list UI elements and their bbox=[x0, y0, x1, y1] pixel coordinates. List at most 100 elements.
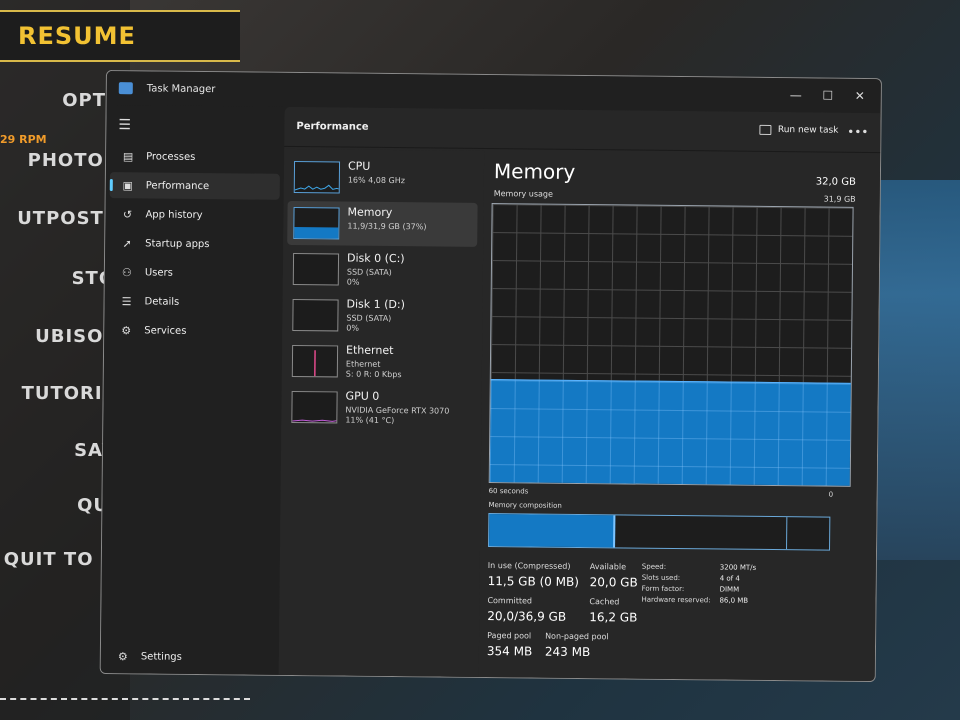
users-icon: ⚇ bbox=[121, 265, 132, 279]
perf-item-cpu[interactable]: CPU 16% 4,08 GHz bbox=[288, 155, 478, 201]
gpu-sparkline bbox=[292, 419, 338, 422]
sidebar-item-label: Details bbox=[144, 295, 180, 308]
resume-menu-item[interactable]: RESUME bbox=[0, 10, 240, 62]
stat-cached-label: Cached bbox=[589, 597, 620, 607]
sidebar-item-details[interactable]: ☰ Details bbox=[108, 288, 278, 316]
memory-total: 32,0 GB bbox=[815, 176, 856, 188]
run-new-task-label: Run new task bbox=[777, 125, 839, 136]
disk-0-thumbnail bbox=[292, 252, 340, 286]
perf-item-detail: SSD (SATA) bbox=[346, 267, 392, 278]
memory-thumbnail bbox=[293, 206, 340, 240]
ethernet-thumbnail bbox=[291, 344, 339, 378]
sidebar-item-processes[interactable]: ▤ Processes bbox=[110, 143, 280, 171]
gpu-thumbnail bbox=[291, 390, 338, 424]
stat-in-use-value: 11,5 GB (0 MB) bbox=[487, 574, 580, 589]
task-manager-window: Task Manager — ☐ ✕ ☰ ▤ Processes ▣ Perfo… bbox=[99, 70, 882, 683]
sidebar-item-label: Settings bbox=[140, 650, 182, 663]
spec-slots-value: 4 of 4 bbox=[719, 574, 740, 583]
run-task-icon bbox=[759, 124, 772, 135]
stat-nonpaged-value: 243 MB bbox=[544, 644, 591, 660]
stat-available-label: Available bbox=[589, 562, 627, 572]
sidebar-item-users[interactable]: ⚇ Users bbox=[109, 259, 279, 287]
perf-item-detail: 11% (41 °C) bbox=[345, 415, 395, 426]
stat-in-use-label: In use (Compressed) bbox=[487, 561, 571, 571]
spec-reserved-label: Hardware reserved: bbox=[641, 595, 711, 605]
background-scene bbox=[870, 180, 960, 560]
graph-axis-right-label: 0 bbox=[828, 490, 834, 499]
memory-usage-graph bbox=[488, 203, 854, 487]
menu-decoration bbox=[0, 698, 250, 720]
history-icon: ↺ bbox=[122, 207, 133, 221]
stat-cached-value: 16,2 GB bbox=[589, 610, 638, 625]
sidebar-item-performance[interactable]: ▣ Performance bbox=[109, 172, 280, 200]
composition-modified bbox=[617, 515, 788, 550]
sidebar-item-label: Startup apps bbox=[145, 237, 210, 250]
startup-icon: ➚ bbox=[122, 236, 132, 250]
memory-usage-fill bbox=[489, 379, 851, 486]
stat-available-value: 20,0 GB bbox=[589, 575, 638, 590]
main-panel: Performance Run new task ••• CPU 16% 4,0… bbox=[278, 106, 882, 683]
sidebar-item-label: App history bbox=[145, 208, 203, 221]
memory-composition-bar bbox=[488, 513, 831, 551]
page-title: Performance bbox=[296, 120, 369, 133]
details-icon: ☰ bbox=[121, 294, 132, 308]
graph-axis-left-label: 60 seconds bbox=[488, 487, 529, 496]
sidebar-item-label: Users bbox=[144, 266, 173, 279]
perf-item-memory[interactable]: Memory 11,9/31,9 GB (37%) bbox=[287, 200, 478, 247]
sidebar-item-label: Performance bbox=[145, 179, 210, 192]
perf-item-name: Memory bbox=[347, 205, 393, 220]
maximize-button[interactable]: ☐ bbox=[813, 88, 843, 103]
perf-item-disk-0[interactable]: Disk 0 (C:) SSD (SATA) 0% bbox=[287, 247, 477, 293]
ethernet-sparkline bbox=[314, 350, 316, 377]
perf-item-name: Ethernet bbox=[346, 343, 394, 358]
sidebar-item-label: Processes bbox=[146, 150, 196, 163]
perf-item-gpu-0[interactable]: GPU 0 NVIDIA GeForce RTX 3070 11% (41 °C… bbox=[285, 385, 475, 431]
stat-committed-value: 20,0/36,9 GB bbox=[487, 609, 567, 624]
perf-item-detail: 11,9/31,9 GB (37%) bbox=[347, 221, 427, 232]
perf-item-detail: S: 0 R: 0 Kbps bbox=[345, 369, 402, 380]
sidebar-item-app-history[interactable]: ↺ App history bbox=[109, 201, 279, 229]
sidebar-item-label: Services bbox=[144, 324, 187, 337]
perf-item-detail: SSD (SATA) bbox=[346, 313, 392, 324]
stat-committed-label: Committed bbox=[487, 596, 533, 606]
detail-title: Memory bbox=[493, 159, 576, 184]
run-new-task-button[interactable]: Run new task bbox=[759, 124, 839, 136]
cpu-sparkline bbox=[294, 184, 341, 191]
memory-thumbnail-fill bbox=[294, 226, 339, 239]
cpu-thumbnail bbox=[293, 160, 341, 194]
spec-speed-value: 3200 MT/s bbox=[719, 563, 757, 572]
page-header: Performance Run new task ••• bbox=[284, 106, 882, 154]
perf-item-name: Disk 0 (C:) bbox=[346, 251, 405, 266]
memory-usage-max: 31,9 GB bbox=[823, 194, 856, 204]
performance-icon: ▣ bbox=[122, 178, 134, 192]
disk-1-thumbnail bbox=[292, 298, 339, 332]
minimize-button[interactable]: — bbox=[781, 88, 811, 102]
stat-paged-value: 354 MB bbox=[486, 644, 533, 659]
sidebar-item-services[interactable]: ⚙ Services bbox=[108, 317, 278, 345]
spec-reserved-value: 86,0 MB bbox=[719, 596, 749, 605]
sidebar-item-settings[interactable]: ⚙ Settings bbox=[105, 643, 275, 671]
spec-form-label: Form factor: bbox=[641, 584, 685, 594]
task-manager-app-icon bbox=[118, 82, 133, 95]
more-options-button[interactable]: ••• bbox=[847, 125, 868, 139]
spec-speed-label: Speed: bbox=[641, 562, 667, 571]
perf-item-name: CPU bbox=[347, 159, 371, 173]
perf-item-detail: NVIDIA GeForce RTX 3070 bbox=[345, 405, 450, 416]
spec-slots-label: Slots used: bbox=[641, 573, 681, 583]
close-button[interactable]: ✕ bbox=[845, 89, 875, 103]
memory-detail-panel: Memory 32,0 GB Memory usage 31,9 GB 60 s… bbox=[483, 151, 882, 682]
hamburger-icon[interactable]: ☰ bbox=[118, 117, 131, 133]
composition-in-use bbox=[489, 514, 616, 548]
composition-free bbox=[788, 517, 830, 549]
perf-item-ethernet[interactable]: Ethernet Ethernet S: 0 R: 0 Kbps bbox=[286, 339, 476, 385]
stat-paged-label: Paged pool bbox=[487, 631, 532, 641]
perf-item-detail: 0% bbox=[346, 277, 360, 287]
perf-item-disk-1[interactable]: Disk 1 (D:) SSD (SATA) 0% bbox=[286, 293, 476, 339]
sidebar-item-startup-apps[interactable]: ➚ Startup apps bbox=[109, 230, 279, 258]
settings-icon: ⚙ bbox=[117, 649, 128, 663]
services-icon: ⚙ bbox=[121, 323, 132, 337]
perf-item-detail: Ethernet bbox=[345, 359, 381, 369]
perf-item-name: Disk 1 (D:) bbox=[346, 297, 406, 312]
perf-item-name: GPU 0 bbox=[345, 389, 380, 403]
stat-nonpaged-label: Non-paged pool bbox=[545, 631, 609, 642]
